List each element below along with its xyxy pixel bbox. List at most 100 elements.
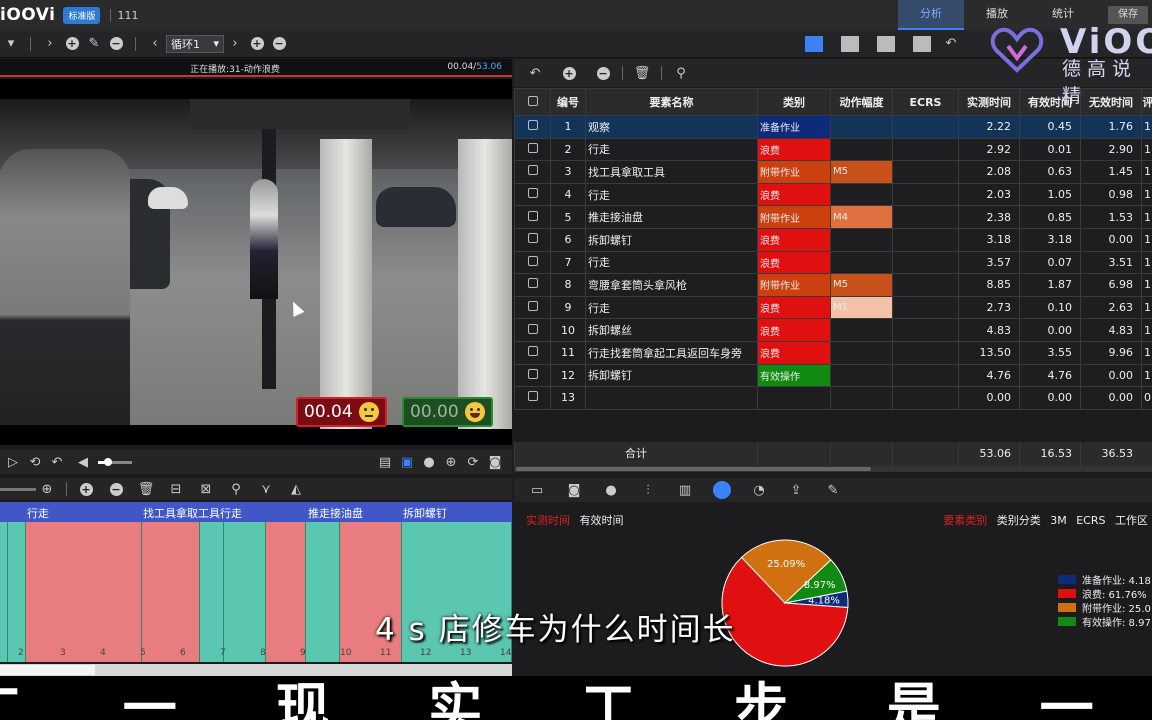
measured-time[interactable]: 4.76	[958, 363, 1020, 388]
timeline-segment[interactable]	[266, 522, 306, 662]
checkbox[interactable]	[527, 142, 538, 153]
table-row[interactable]: 11 行走找套筒拿起工具返回车身旁 浪费 13.50 3.55 9.96 1	[514, 340, 1152, 365]
tab-ecrs[interactable]: ECRS	[1076, 514, 1105, 527]
invalid-time[interactable]: 6.98	[1080, 273, 1142, 297]
timeline-segment[interactable]	[8, 522, 26, 662]
add-icon[interactable]: +	[75, 478, 97, 500]
effective-time[interactable]: 0.00	[1019, 386, 1081, 410]
table-row[interactable]: 1 观察 准备作业 2.22 0.45 1.76 1	[514, 115, 1152, 139]
bar-chart-icon[interactable]: ▥	[674, 479, 696, 501]
tab-category-class[interactable]: 类别分类	[997, 514, 1041, 527]
motion-cell[interactable]	[830, 115, 893, 139]
ecrs-cell[interactable]	[892, 295, 959, 320]
row-number[interactable]: 7	[550, 250, 586, 275]
element-name[interactable]: 弯腰拿套筒头拿风枪	[585, 273, 758, 297]
row-number[interactable]: 10	[550, 318, 586, 342]
invalid-time[interactable]: 9.96	[1080, 340, 1142, 365]
category-cell[interactable]	[757, 386, 831, 410]
element-name[interactable]: 拆卸螺丝	[585, 318, 758, 342]
table-row[interactable]: 3 找工具拿取工具 附带作业 M5 2.08 0.63 1.45 1	[514, 160, 1152, 184]
motion-cell[interactable]	[830, 182, 893, 207]
chevron-right-icon[interactable]: ›	[224, 33, 246, 55]
row-checkbox-cell[interactable]	[514, 205, 551, 229]
element-name[interactable]: 行走	[585, 137, 758, 162]
timeline-segment[interactable]	[142, 522, 200, 662]
ecrs-cell[interactable]	[892, 386, 959, 410]
checkbox[interactable]	[527, 165, 538, 176]
invalid-time[interactable]: 1.76	[1080, 115, 1142, 139]
motion-cell[interactable]	[830, 363, 893, 388]
add-icon[interactable]: +	[558, 62, 580, 84]
row-checkbox-cell[interactable]	[514, 250, 551, 275]
extra-cell[interactable]: 1	[1141, 160, 1152, 184]
motion-cell[interactable]: M4	[830, 205, 893, 229]
effective-time[interactable]: 0.85	[1019, 205, 1081, 229]
effective-time[interactable]: 1.05	[1019, 182, 1081, 207]
measured-time[interactable]: 2.08	[958, 160, 1020, 184]
table-row[interactable]: 9 行走 浪费 M1 2.73 0.10 2.63 1	[514, 295, 1152, 320]
chevron-right-icon[interactable]: ›	[39, 33, 61, 55]
table-row[interactable]: 4 行走 浪费 2.03 1.05 0.98 1	[514, 182, 1152, 207]
video-player[interactable]: 00.04 00.00	[0, 79, 512, 445]
invalid-time[interactable]: 3.51	[1080, 250, 1142, 275]
minus-box-icon[interactable]: ⊟	[165, 478, 187, 500]
category-cell[interactable]: 浪费	[757, 250, 831, 275]
row-number[interactable]: 13	[550, 386, 586, 410]
effective-time[interactable]: 4.76	[1019, 363, 1081, 388]
measured-time[interactable]: 3.57	[958, 250, 1020, 275]
category-cell[interactable]: 浪费	[757, 295, 831, 320]
timeline-segment[interactable]	[26, 522, 142, 662]
column-header[interactable]: 编号	[550, 88, 586, 116]
element-name[interactable]: 行走	[585, 250, 758, 275]
column-header[interactable]: 要素名称	[585, 88, 758, 116]
person-icon[interactable]: ⚲	[670, 62, 692, 84]
extra-cell[interactable]: 1	[1141, 363, 1152, 388]
zoom-in-icon[interactable]: ⊕	[36, 478, 58, 500]
table-row[interactable]: 12 拆卸螺钉 有效操作 4.76 4.76 0.00 1	[514, 363, 1152, 388]
motion-cell[interactable]	[830, 340, 893, 365]
extra-cell[interactable]: 1	[1141, 295, 1152, 320]
tab-element-category[interactable]: 要素类别	[943, 514, 987, 527]
add-icon[interactable]: +	[246, 33, 268, 55]
table-row[interactable]: 8 弯腰拿套筒头拿风枪 附带作业 M5 8.85 1.87 6.98 1	[514, 273, 1152, 297]
measured-time[interactable]: 0.00	[958, 386, 1020, 410]
ecrs-cell[interactable]	[892, 227, 959, 252]
select-all-header[interactable]	[514, 88, 551, 116]
undo-icon[interactable]: ↶	[524, 62, 546, 84]
element-name[interactable]: 行走	[585, 182, 758, 207]
microphone-icon[interactable]: ●	[418, 451, 440, 473]
timeline-segment[interactable]	[224, 522, 266, 662]
extra-cell[interactable]: 1	[1141, 340, 1152, 365]
category-cell[interactable]: 浪费	[757, 182, 831, 207]
row-checkbox-cell[interactable]	[514, 363, 551, 388]
effective-time[interactable]: 0.00	[1019, 318, 1081, 342]
refresh-icon[interactable]: ⟳	[462, 451, 484, 473]
layout-columns-icon[interactable]	[877, 35, 895, 52]
row-number[interactable]: 5	[550, 205, 586, 229]
undo-icon[interactable]: ↶	[940, 33, 962, 55]
layout-grid-icon[interactable]	[805, 35, 823, 52]
row-number[interactable]: 8	[550, 273, 586, 297]
table-row[interactable]: 7 行走 浪费 3.57 0.07 3.51 1	[514, 250, 1152, 275]
invalid-time[interactable]: 1.53	[1080, 205, 1142, 229]
tab-3m[interactable]: 3M	[1050, 514, 1067, 527]
row-number[interactable]: 9	[550, 295, 586, 320]
motion-cell[interactable]: M5	[830, 273, 893, 297]
edit-icon[interactable]: ✎	[822, 479, 844, 501]
measured-time[interactable]: 3.18	[958, 227, 1020, 252]
column-header[interactable]: 类别	[757, 88, 831, 116]
checkbox[interactable]	[527, 233, 538, 244]
loop-select[interactable]: 循环1 ▾	[166, 34, 224, 53]
layout-single-icon[interactable]	[913, 35, 931, 52]
checkbox[interactable]	[527, 188, 538, 199]
column-header[interactable]: 实测时间	[958, 88, 1020, 116]
row-number[interactable]: 4	[550, 182, 586, 207]
extra-cell[interactable]: 1	[1141, 137, 1152, 162]
invalid-time[interactable]: 1.45	[1080, 160, 1142, 184]
timeline-segment[interactable]	[0, 522, 8, 662]
element-name[interactable]: 推走接油盘	[585, 205, 758, 229]
table-row[interactable]: 13 0.00 0.00 0.00 0	[514, 386, 1152, 410]
trash-icon[interactable]: 🗑	[135, 478, 157, 500]
ecrs-cell[interactable]	[892, 205, 959, 229]
effective-time[interactable]: 3.18	[1019, 227, 1081, 252]
